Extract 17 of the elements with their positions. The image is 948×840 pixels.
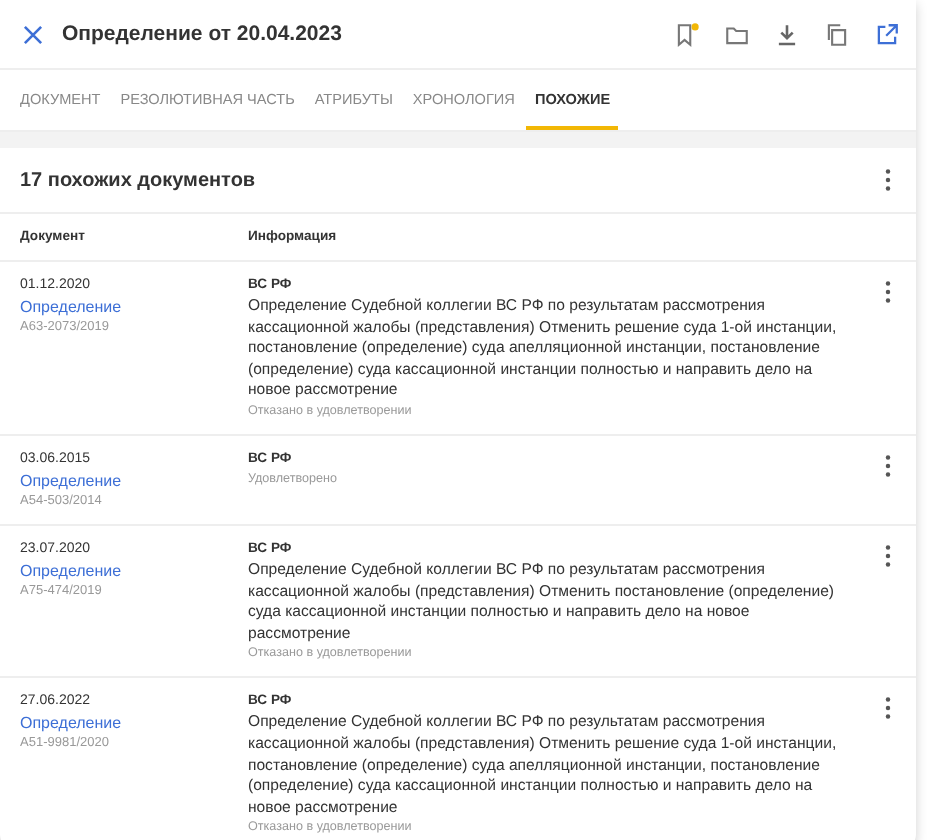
external-link-icon[interactable]	[874, 21, 900, 47]
section-title: 17 похожих документов	[20, 169, 256, 191]
more-icon[interactable]	[884, 696, 892, 721]
close-icon[interactable]	[20, 21, 46, 47]
more-icon[interactable]	[884, 543, 892, 568]
folder-icon[interactable]	[724, 21, 750, 47]
download-icon[interactable]	[774, 21, 800, 47]
more-icon[interactable]	[884, 168, 892, 192]
document-link[interactable]: Определение	[20, 712, 122, 735]
more-icon[interactable]	[884, 453, 892, 478]
document-title: Определение от 20.04.2023	[62, 22, 342, 46]
more-icon[interactable]	[884, 280, 892, 304]
bookmark-icon[interactable]	[674, 21, 700, 47]
copy-icon[interactable]	[824, 21, 850, 47]
document-link[interactable]: Определение	[20, 469, 122, 492]
document-link[interactable]: Определение	[20, 296, 122, 318]
document-link[interactable]: Определение	[20, 559, 122, 582]
